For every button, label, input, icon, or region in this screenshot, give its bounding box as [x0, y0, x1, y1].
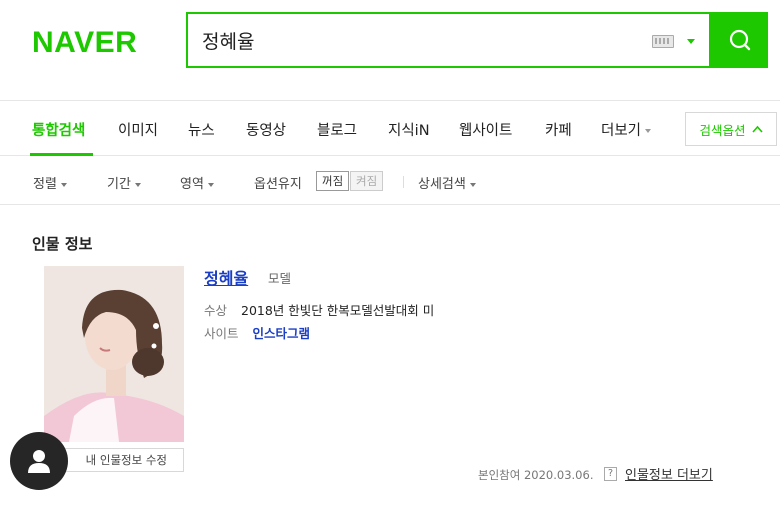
award-label: 수상 — [204, 303, 228, 318]
keep-option-off-toggle[interactable]: 꺼짐 — [316, 171, 350, 191]
tab-videos[interactable]: 동영상 — [246, 119, 286, 140]
section-title: 인물 정보 — [32, 235, 93, 253]
detail-search-dropdown[interactable]: 상세검색 — [418, 173, 476, 192]
area-label: 영역 — [180, 177, 204, 192]
search-tabs: 통합검색 이미지 뉴스 동영상 블로그 지식iN 웹사이트 카페 더보기 검색옵… — [0, 100, 780, 156]
search-icon — [729, 29, 750, 51]
search-options-label: 검색옵션 — [699, 122, 746, 138]
keep-option-label: 옵션유지 — [254, 177, 302, 192]
profile-photo[interactable] — [44, 266, 184, 442]
caret-down-icon — [469, 182, 476, 187]
tab-more-label: 더보기 — [601, 123, 642, 139]
award-row: 수상 2018년 한빛단 한복모델선발대회 미 — [204, 300, 434, 319]
period-dropdown[interactable]: 기간 — [107, 173, 141, 192]
help-icon[interactable]: ? — [604, 467, 617, 481]
search-options-button[interactable]: 검색옵션 — [685, 112, 777, 146]
keep-option-on-toggle[interactable]: 켜짐 — [350, 171, 384, 191]
dropdown-arrow-icon[interactable] — [687, 39, 695, 44]
filter-divider — [403, 176, 404, 188]
sort-label: 정렬 — [33, 177, 57, 192]
caret-down-icon — [60, 182, 67, 187]
tab-cafe[interactable]: 카페 — [545, 119, 572, 140]
chevron-down-icon — [645, 129, 652, 133]
tab-images[interactable]: 이미지 — [118, 119, 158, 140]
keyboard-icon[interactable] — [652, 35, 674, 48]
tab-integrated-search[interactable]: 통합검색 — [32, 119, 85, 140]
tab-more[interactable]: 더보기 — [601, 119, 652, 140]
period-label: 기간 — [107, 177, 131, 192]
area-dropdown[interactable]: 영역 — [180, 173, 214, 192]
active-tab-indicator — [30, 153, 93, 156]
user-icon — [28, 450, 50, 473]
detail-search-label: 상세검색 — [418, 177, 466, 192]
caret-down-icon — [134, 182, 141, 187]
person-role: 모델 — [268, 271, 292, 286]
site-label: 사이트 — [204, 326, 239, 341]
search-input[interactable] — [188, 14, 628, 66]
award-value: 2018년 한빛단 한복모델선발대회 미 — [241, 303, 435, 318]
filter-bar: 정렬 기간 영역 옵션유지 꺼짐 켜짐 상세검색 — [0, 157, 780, 205]
search-button[interactable] — [711, 12, 768, 68]
naver-logo[interactable]: NAVER — [32, 26, 137, 60]
search-box — [186, 12, 711, 68]
user-avatar-button[interactable] — [10, 432, 68, 490]
tab-news[interactable]: 뉴스 — [188, 119, 215, 140]
tab-websites[interactable]: 웹사이트 — [459, 119, 512, 140]
site-row: 사이트 인스타그램 — [204, 323, 310, 342]
sort-dropdown[interactable]: 정렬 — [33, 173, 67, 192]
tab-knowledge-in[interactable]: 지식iN — [388, 119, 430, 140]
chevron-up-icon — [751, 125, 763, 133]
caret-down-icon — [207, 182, 214, 187]
more-person-info-link[interactable]: 인물정보 더보기 — [625, 464, 713, 483]
instagram-link[interactable]: 인스타그램 — [253, 326, 311, 341]
verified-date: 본인참여 2020.03.06. — [478, 468, 594, 482]
tab-blog[interactable]: 블로그 — [317, 119, 357, 140]
profile-photo-image — [44, 266, 184, 442]
person-name-link[interactable]: 정혜율 — [204, 265, 248, 289]
